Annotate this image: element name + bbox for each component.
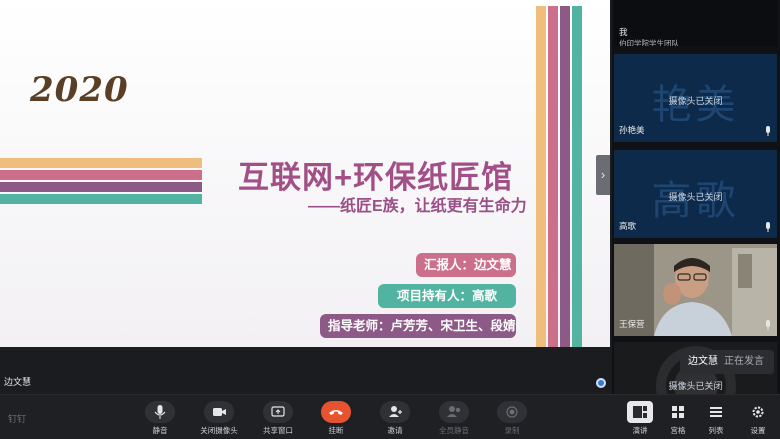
mute-all-label: 全员静音 xyxy=(439,426,469,435)
shared-screen: 2020 互联网+环保纸匠馆 ——纸匠E族，让纸更有生命力 汇报人：边文慧 项目… xyxy=(0,0,610,347)
camera-off-button[interactable]: 关闭摄像头 xyxy=(197,401,241,435)
slide-stripe-pink-horizontal xyxy=(0,170,202,180)
participant-tile[interactable]: 艳美 摄像头已关闭 孙艳美 xyxy=(614,54,777,142)
mute-all-button[interactable]: 全员静音 xyxy=(432,401,476,435)
camera-off-label: 关闭摄像头 xyxy=(200,426,238,435)
speaker-name: 边文慧 xyxy=(688,356,718,367)
participant-subtitle: 伯印学院学生团队 xyxy=(619,39,679,46)
participant-tile[interactable]: 高歌 摄像头已关闭 高歌 xyxy=(614,150,777,238)
share-window-label: 共享窗口 xyxy=(263,426,293,435)
record-label: 录制 xyxy=(504,426,520,435)
app-brand-label: 钉钉 xyxy=(8,414,27,424)
participant-name: 孙艳美 xyxy=(619,125,645,135)
participant-name: 我 xyxy=(619,27,628,37)
grid-view-label: 宫格 xyxy=(670,426,686,435)
list-view-button[interactable]: 列表 xyxy=(701,401,731,436)
share-window-button[interactable]: 共享窗口 xyxy=(256,401,300,435)
speaking-indicator: 边文慧 正在发言 xyxy=(680,350,774,374)
camera-off-label: 摄像头已关闭 xyxy=(668,96,723,106)
slide-stripe-teal-vertical xyxy=(572,6,582,347)
mic-icon xyxy=(766,222,770,232)
gear-icon xyxy=(745,401,771,423)
presenter-name: 边文慧 xyxy=(4,377,32,387)
slide-stripe-orange-horizontal xyxy=(0,158,202,168)
meeting-toolbar: 钉钉 静音 关闭摄像头 共享窗口 挂断 邀请 全员静音 录制 演讲 宫格 列表 … xyxy=(0,394,780,439)
hangup-label: 挂断 xyxy=(328,426,344,435)
camera-off-label: 摄像头已关闭 xyxy=(668,381,723,391)
speaker-layout-icon xyxy=(627,401,653,423)
speaking-status: 正在发言 xyxy=(724,356,764,367)
invite-label: 邀请 xyxy=(387,426,403,435)
record-button[interactable]: 录制 xyxy=(490,401,534,435)
slide-stripe-orange-vertical xyxy=(536,6,546,347)
settings-label: 设置 xyxy=(750,426,766,435)
status-indicator-icon[interactable] xyxy=(596,378,606,388)
screen-share-icon xyxy=(263,401,293,423)
grid-layout-icon xyxy=(665,401,691,423)
invite-button[interactable]: 邀请 xyxy=(373,401,417,435)
next-slide-arrow-icon[interactable]: › xyxy=(596,155,610,195)
hangup-phone-icon xyxy=(321,401,351,423)
mic-icon xyxy=(766,320,770,330)
participant-name: 高歌 xyxy=(619,221,637,231)
mic-icon xyxy=(766,126,770,136)
presenter-bar: 边文慧 xyxy=(0,370,610,392)
slide-title: 互联网+环保纸匠馆 xyxy=(238,160,514,195)
slide-stripe-teal-horizontal xyxy=(0,194,202,204)
settings-button[interactable]: 设置 xyxy=(743,401,773,436)
mute-all-icon xyxy=(439,401,469,423)
mute-button[interactable]: 静音 xyxy=(138,401,182,435)
speaker-view-label: 演讲 xyxy=(632,426,648,435)
video-camera-icon xyxy=(204,401,234,423)
advisors-badge: 指导老师：卢芳芳、宋卫生、段婧 xyxy=(320,314,516,338)
slide-year: 2020 xyxy=(30,70,129,110)
list-view-label: 列表 xyxy=(708,426,724,435)
record-icon xyxy=(497,401,527,423)
list-layout-icon xyxy=(703,401,729,423)
participant-list: 我 伯印学院学生团队 艳美 摄像头已关闭 孙艳美 高歌 摄像头已关闭 高歌 王保… xyxy=(612,0,780,394)
slide-subtitle: ——纸匠E族，让纸更有生命力 xyxy=(308,198,527,215)
mute-label: 静音 xyxy=(152,426,168,435)
grid-view-button[interactable]: 宫格 xyxy=(663,401,693,436)
participant-tile-self[interactable]: 我 伯印学院学生团队 xyxy=(614,0,777,46)
microphone-icon xyxy=(145,401,175,423)
camera-off-label: 摄像头已关闭 xyxy=(668,192,723,202)
speaker-view-button[interactable]: 演讲 xyxy=(625,401,655,436)
add-user-icon xyxy=(380,401,410,423)
project-holder-badge: 项目持有人：高歌 xyxy=(378,284,516,308)
slide-stripe-purple-horizontal xyxy=(0,182,202,192)
slide-stripe-pink-vertical xyxy=(548,6,558,347)
meeting-window: 2020 互联网+环保纸匠馆 ——纸匠E族，让纸更有生命力 汇报人：边文慧 项目… xyxy=(0,0,780,439)
reporter-badge: 汇报人：边文慧 xyxy=(416,253,516,277)
hangup-button[interactable]: 挂断 xyxy=(314,401,358,435)
participant-video-tile[interactable]: 王保营 xyxy=(614,244,777,336)
participant-name: 王保营 xyxy=(619,319,645,329)
slide-stripe-purple-vertical xyxy=(560,6,570,347)
